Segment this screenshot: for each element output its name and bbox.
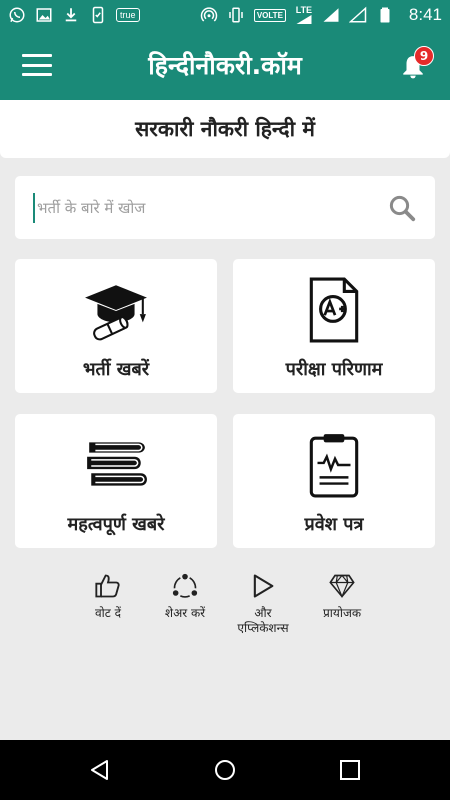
card-label: प्रवेश पत्र	[304, 514, 364, 535]
search-bar	[15, 176, 435, 239]
card-important-news[interactable]: महत्वपूर्ण खबरे	[15, 414, 217, 548]
page-subtitle: सरकारी नौकरी हिन्दी में	[0, 100, 450, 158]
card-label: महत्वपूर्ण खबरे	[67, 514, 165, 535]
card-admit-card[interactable]: प्रवेश पत्र	[233, 414, 435, 548]
hotspot-icon	[200, 6, 218, 24]
volte-badge: VOLTE	[253, 8, 286, 22]
recents-icon[interactable]	[338, 758, 362, 782]
more-apps-button[interactable]: और एप्लिकेशन्स	[228, 572, 298, 636]
clock: 8:41	[408, 5, 442, 24]
app-bar: हिन्दीनौकरी.कॉम 9	[0, 30, 450, 100]
share-icon	[172, 573, 198, 598]
whatsapp-icon	[8, 6, 26, 24]
graduation-cap-icon	[81, 277, 151, 343]
lte-label: LTE	[295, 5, 313, 15]
sponsor-button[interactable]: प्रायोजक	[308, 572, 376, 621]
action-label: शेअर करें	[164, 606, 206, 620]
download-icon	[62, 6, 80, 24]
status-bar: true VOLTE LTE 8:41	[0, 0, 450, 30]
lte-signal-icon: LTE	[295, 6, 313, 24]
system-nav-bar	[0, 740, 450, 800]
image-icon	[35, 6, 53, 24]
card-label: परीक्षा परिणाम	[285, 359, 383, 380]
vibrate-icon	[227, 6, 245, 24]
books-icon	[81, 432, 151, 498]
back-icon[interactable]	[88, 758, 112, 782]
signal-icon	[348, 6, 367, 24]
action-row: वोट दें शेअर करें और एप्लिकेशन्स प्रायोज…	[70, 572, 390, 652]
thumbs-up-icon	[95, 574, 120, 598]
diamond-icon	[329, 574, 355, 599]
card-exam-result[interactable]: परीक्षा परिणाम	[233, 259, 435, 393]
true-badge: true	[116, 8, 140, 22]
battery-icon	[376, 6, 394, 24]
action-label: प्रायोजक	[322, 606, 362, 620]
share-button[interactable]: शेअर करें	[146, 572, 224, 621]
notification-badge: 9	[414, 46, 434, 66]
phone-icon	[89, 6, 107, 24]
vote-button[interactable]: वोट दें	[70, 572, 146, 621]
card-recruitment-news[interactable]: भर्ती खबरें	[15, 259, 217, 393]
home-icon[interactable]	[213, 758, 237, 782]
wifi-signal-icon	[322, 6, 340, 24]
admit-card-icon	[299, 432, 369, 498]
search-icon[interactable]	[387, 193, 417, 223]
search-input[interactable]	[33, 192, 387, 223]
notification-button[interactable]: 9	[400, 46, 434, 82]
action-label: और एप्लिकेशन्स	[237, 606, 289, 635]
hamburger-menu-icon[interactable]	[22, 54, 52, 76]
card-label: भर्ती खबरें	[82, 359, 150, 380]
action-label: वोट दें	[94, 606, 121, 620]
exam-result-icon	[299, 277, 369, 343]
play-icon	[253, 574, 274, 598]
app-title: हिन्दीनौकरी.कॉम	[148, 51, 302, 80]
